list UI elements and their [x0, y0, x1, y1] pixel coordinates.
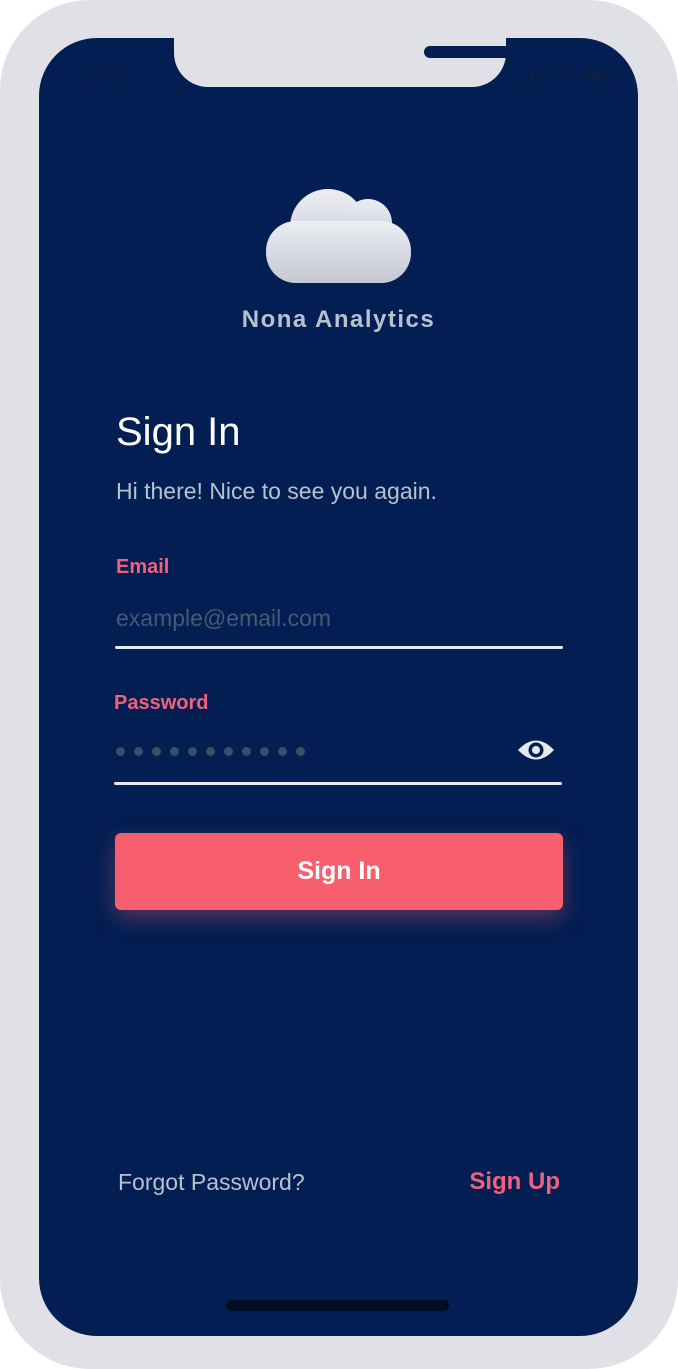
wifi-icon — [551, 66, 573, 84]
password-mask-dot — [188, 747, 197, 756]
password-label: Password — [114, 692, 209, 714]
password-underline — [114, 782, 562, 785]
password-field[interactable] — [116, 747, 305, 756]
password-mask-dot — [242, 747, 251, 756]
page-subtitle: Hi there! Nice to see you again. — [116, 478, 437, 504]
brand-name: Nona Analytics — [241, 306, 436, 333]
phone-frame: 9:31 Nona Analytics Sign In Hi there! Ni… — [0, 0, 678, 1369]
device-notch — [174, 38, 567, 87]
password-mask-dot — [134, 747, 143, 756]
front-camera — [544, 39, 567, 62]
password-mask-dot — [278, 747, 287, 756]
sign-in-button[interactable]: Sign In — [115, 833, 563, 910]
signal-icon — [516, 68, 541, 84]
status-time: 9:31 — [91, 66, 130, 87]
email-field[interactable] — [116, 601, 563, 635]
battery-icon — [582, 68, 613, 84]
home-indicator — [226, 1300, 449, 1311]
speaker-grille — [424, 46, 523, 58]
status-icons — [516, 66, 614, 84]
cloud-icon — [266, 189, 411, 283]
password-mask-dot — [224, 747, 233, 756]
password-mask-dot — [170, 747, 179, 756]
sign-up-link[interactable]: Sign Up — [469, 1168, 560, 1196]
password-mask-dot — [152, 747, 161, 756]
app-screen: 9:31 Nona Analytics Sign In Hi there! Ni… — [39, 38, 638, 1336]
eye-icon[interactable] — [516, 735, 556, 765]
password-mask-dot — [296, 747, 305, 756]
password-mask-dot — [260, 747, 269, 756]
password-mask-dot — [206, 747, 215, 756]
email-label: Email — [116, 556, 170, 578]
forgot-password-link[interactable]: Forgot Password? — [118, 1169, 305, 1196]
password-mask-dot — [116, 747, 125, 756]
email-underline — [115, 646, 563, 649]
page-title: Sign In — [116, 410, 241, 454]
